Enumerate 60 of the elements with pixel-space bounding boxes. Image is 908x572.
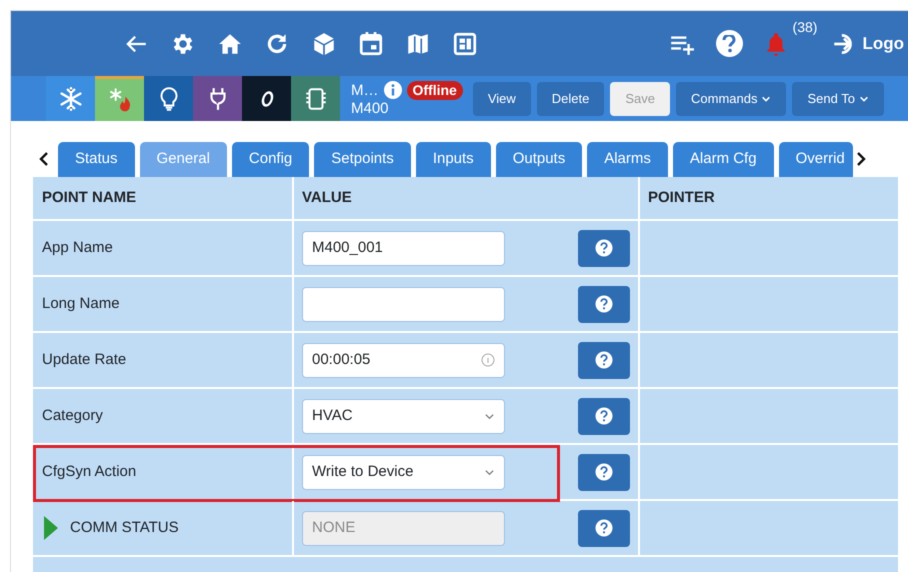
tab[interactable]: Overrid (778, 142, 853, 177)
dropdown-field[interactable]: HVAC (302, 398, 505, 434)
column-header: POINT NAME (42, 188, 136, 208)
tab[interactable]: Alarm Cfg (672, 142, 774, 177)
logout-button[interactable]: Logo (831, 30, 904, 56)
tab[interactable]: Config (232, 142, 310, 177)
notification-count: (38) (792, 18, 818, 37)
plug-tile[interactable] (193, 76, 242, 121)
point-name: App Name (42, 238, 113, 258)
help-icon (595, 519, 613, 537)
tab[interactable]: General (140, 142, 227, 177)
readonly-field: NONE (302, 510, 505, 546)
help-icon (595, 351, 613, 369)
point-name: COMM STATUS (70, 518, 179, 538)
info-icon[interactable] (384, 81, 402, 99)
help-icon[interactable] (716, 30, 743, 57)
help-button[interactable] (578, 510, 630, 546)
toolbar-button[interactable]: View (472, 82, 531, 116)
calendar-icon[interactable] (358, 30, 384, 56)
tab[interactable]: Outputs (496, 142, 582, 177)
point-name: CfgSyn Action (42, 462, 136, 482)
device-name: M… (351, 82, 378, 98)
chevron-left-icon[interactable] (38, 151, 50, 167)
snowflake-tile[interactable] (46, 76, 95, 121)
help-button[interactable] (578, 230, 630, 266)
toolbar-button[interactable]: Delete (536, 82, 604, 116)
column-header: POINTER (648, 188, 715, 208)
toolbar-button[interactable]: Commands (676, 82, 786, 116)
help-icon (595, 295, 613, 313)
help-icon (595, 239, 613, 257)
point-name: Category (42, 406, 103, 426)
point-name: Update Rate (42, 350, 126, 370)
tab[interactable]: Setpoints (314, 142, 411, 177)
help-button[interactable] (578, 342, 630, 378)
chevron-right-icon[interactable] (854, 151, 867, 167)
snowflake-flame-tile[interactable] (95, 76, 144, 121)
letter-o-tile[interactable] (242, 76, 291, 121)
info-icon (481, 353, 495, 367)
help-button[interactable] (578, 454, 630, 490)
point-name: Long Name (42, 294, 120, 314)
lightbulb-tile[interactable] (144, 76, 193, 121)
tab[interactable]: Alarms (587, 142, 668, 177)
dashboard-icon[interactable] (452, 30, 478, 56)
input-field[interactable]: 00:00:05 (302, 342, 505, 378)
input-field[interactable] (302, 286, 505, 322)
tab[interactable]: Status (58, 142, 135, 177)
tab[interactable]: Inputs (416, 142, 491, 177)
snowflake-icon (58, 86, 84, 112)
column-header: VALUE (302, 188, 352, 208)
input-field[interactable]: M400_001 (302, 230, 505, 266)
help-button[interactable] (578, 398, 630, 434)
expand-triangle-icon[interactable] (44, 516, 58, 540)
help-icon (595, 463, 613, 481)
chip-tile[interactable] (291, 76, 340, 121)
dropdown-field[interactable]: Write to Device (302, 454, 505, 490)
help-button[interactable] (578, 286, 630, 322)
toolbar-button[interactable]: Send To (792, 82, 884, 116)
help-icon (595, 407, 613, 425)
device-model: M400 (351, 100, 389, 116)
status-badge: Offline (406, 80, 463, 100)
